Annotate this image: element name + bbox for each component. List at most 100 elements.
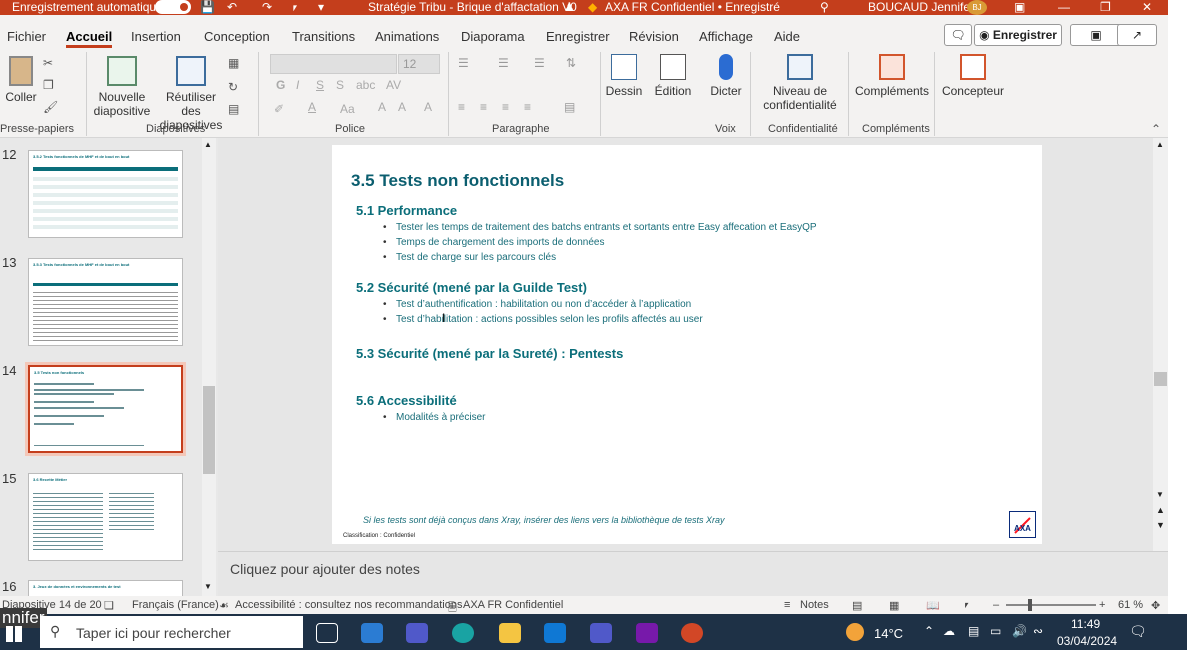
sensitivity-status[interactable]: AXA FR Confidentiel • Enregistré — [605, 0, 780, 14]
scroll-down-icon[interactable]: ▼ — [204, 582, 212, 591]
section-heading[interactable]: 5.1 Performance — [356, 203, 457, 218]
tab-accueil[interactable]: Accueil — [66, 29, 113, 48]
share-button[interactable]: ↗ — [1117, 24, 1157, 46]
customize-qat-icon[interactable]: ▾ — [318, 0, 324, 14]
show-hidden-icons-icon[interactable]: ⌃ — [924, 624, 934, 638]
bullet-item[interactable]: Modalités à préciser — [383, 412, 486, 423]
tab-affichage[interactable]: Affichage — [699, 29, 753, 44]
teams-present-button[interactable]: ▣ — [1070, 24, 1122, 46]
tab-insertion[interactable]: Insertion — [131, 29, 181, 44]
slide-thumbnail[interactable]: 3.5.2 Tests fonctionnels de MHF et de bo… — [28, 150, 183, 238]
fit-slide-icon[interactable]: ✥ — [1151, 599, 1160, 612]
language-status[interactable]: Français (France) — [132, 599, 219, 611]
document-title[interactable]: Stratégie Tribu - Brique d'affactation V… — [368, 0, 577, 14]
align-left-icon[interactable]: ≡ — [458, 100, 465, 114]
zoom-out-icon[interactable]: – — [993, 599, 999, 611]
slideshow-icon[interactable]: ⎖ — [962, 599, 971, 612]
undo-icon[interactable]: ↶ — [227, 0, 237, 14]
dictate-button[interactable]: Dicter — [706, 54, 746, 98]
sort-icon[interactable]: ⇅ — [566, 56, 576, 70]
record-button[interactable]: ◉ Enregistrer — [974, 24, 1062, 46]
section-icon[interactable]: ▤ — [228, 102, 239, 116]
bullet-item[interactable]: Test d’authentification : habilitation o… — [383, 299, 691, 310]
notes-button[interactable]: Notes — [800, 599, 829, 611]
zoom-slider-thumb[interactable] — [1028, 599, 1032, 611]
cut-icon[interactable]: ✂ — [43, 56, 53, 70]
section-heading[interactable]: 5.6 Accessibilité — [356, 393, 457, 408]
sensitivity-status[interactable]: AXA FR Confidentiel — [463, 599, 563, 611]
spellcheck-icon[interactable]: ❏ — [104, 599, 114, 612]
strikethrough-icon[interactable]: abc — [356, 78, 375, 92]
zoom-in-icon[interactable]: + — [1099, 599, 1105, 611]
search-icon[interactable]: ⚲ — [820, 0, 829, 14]
shadow-icon[interactable]: S — [336, 78, 344, 92]
task-view-icon[interactable] — [316, 623, 338, 643]
bullet-item[interactable]: Temps de chargement des imports de donné… — [383, 237, 604, 248]
taskbar-search[interactable]: ⚲ Taper ici pour rechercher — [40, 616, 303, 648]
clock-date[interactable]: 03/04/2024 — [1057, 634, 1117, 648]
columns-icon[interactable]: ▤ — [564, 100, 575, 114]
tab-revision[interactable]: Révision — [629, 29, 679, 44]
font-size-box[interactable]: 12 — [398, 54, 440, 74]
redo-icon[interactable]: ↷ — [262, 0, 272, 14]
next-slide-icon[interactable]: ▼ — [1156, 520, 1165, 530]
italic-icon[interactable]: I — [296, 78, 299, 92]
volume-icon[interactable]: 🔊 — [1012, 624, 1027, 638]
restore-icon[interactable]: ❐ — [1100, 0, 1111, 14]
accessibility-status[interactable]: Accessibilité : consultez nos recommanda… — [235, 599, 462, 611]
paste-button[interactable]: Coller — [4, 56, 38, 104]
normal-view-icon[interactable]: ▤ — [852, 599, 862, 612]
tab-transitions[interactable]: Transitions — [292, 29, 355, 44]
tab-animations[interactable]: Animations — [375, 29, 439, 44]
ribbon-display-icon[interactable]: ▣ — [1014, 0, 1025, 14]
section-heading[interactable]: 5.2 Sécurité (mené par la Guilde Test) — [356, 280, 587, 295]
autosave-toggle[interactable] — [155, 0, 191, 14]
slide-canvas[interactable]: 3.5 Tests non fonctionnels 5.1 Performan… — [332, 145, 1042, 544]
decrease-font-icon[interactable]: A — [398, 100, 406, 114]
tab-aide[interactable]: Aide — [774, 29, 800, 44]
notifications-icon[interactable]: 🗨 — [1129, 623, 1147, 640]
draw-button[interactable]: Dessin — [604, 54, 644, 98]
scroll-up-icon[interactable]: ▲ — [204, 140, 212, 149]
scroll-thumb[interactable] — [203, 386, 215, 474]
edit-button[interactable]: Édition — [652, 54, 694, 98]
clear-format-icon[interactable]: A — [424, 100, 432, 114]
slide-title[interactable]: 3.5 Tests non fonctionnels — [351, 171, 564, 191]
zoom-level[interactable]: 61 % — [1118, 599, 1143, 611]
tab-conception[interactable]: Conception — [204, 29, 270, 44]
copy-icon[interactable]: ❐ — [43, 78, 54, 92]
wifi-icon[interactable]: ∾ — [1033, 624, 1043, 638]
notes-placeholder[interactable]: Cliquez pour ajouter des notes — [230, 561, 420, 577]
outlook-icon[interactable] — [544, 623, 566, 643]
reuse-slides-button[interactable]: Réutiliser des diapositives — [156, 56, 226, 132]
reading-view-icon[interactable]: 📖 — [926, 599, 940, 612]
onedrive-icon[interactable]: ☁ — [943, 624, 955, 638]
align-center-icon[interactable]: ≡ — [480, 100, 487, 114]
font-color-icon[interactable]: A — [308, 100, 316, 114]
slide-footer-note[interactable]: Si les tests sont déjà conçus dans Xray,… — [363, 515, 725, 525]
teams-classic-icon[interactable] — [590, 623, 612, 643]
save-icon[interactable]: 💾 — [200, 0, 215, 14]
present-icon[interactable]: ⎖ — [290, 0, 300, 14]
network-icon[interactable]: ▤ — [968, 624, 979, 638]
new-slide-button[interactable]: Nouvelle diapositive — [90, 56, 154, 118]
windows-start-icon[interactable] — [6, 626, 22, 642]
edge-icon[interactable] — [452, 623, 474, 643]
temperature[interactable]: 14°C — [874, 626, 903, 641]
slide-thumbnail-selected[interactable]: 3.5 Tests non fonctionnels — [25, 362, 186, 456]
bullet-item[interactable]: Test de charge sur les parcours clés — [383, 252, 556, 263]
zoom-slider[interactable] — [1006, 599, 1096, 611]
user-name[interactable]: BOUCAUD Jennifer — [868, 0, 974, 14]
scroll-down-icon[interactable]: ▼ — [1156, 490, 1164, 499]
editor-scrollbar[interactable]: ▲ ▼ ▲ ▼ — [1153, 138, 1168, 551]
bullet-item[interactable]: Tester les temps de traitement des batch… — [383, 222, 817, 233]
clock-time[interactable]: 11:49 — [1071, 617, 1100, 631]
bullets-icon[interactable]: ☰ — [458, 56, 469, 70]
addins-button[interactable]: Compléments — [854, 54, 930, 98]
collapse-ribbon-icon[interactable]: ⌃ — [1151, 122, 1161, 136]
close-icon[interactable]: ✕ — [1142, 0, 1152, 14]
section-heading[interactable]: 5.3 Sécurité (mené par la Sureté) : Pent… — [356, 346, 623, 361]
powerpoint-icon[interactable] — [681, 623, 703, 643]
tab-enregistrer[interactable]: Enregistrer — [546, 29, 610, 44]
underline-icon[interactable]: S — [316, 78, 324, 92]
